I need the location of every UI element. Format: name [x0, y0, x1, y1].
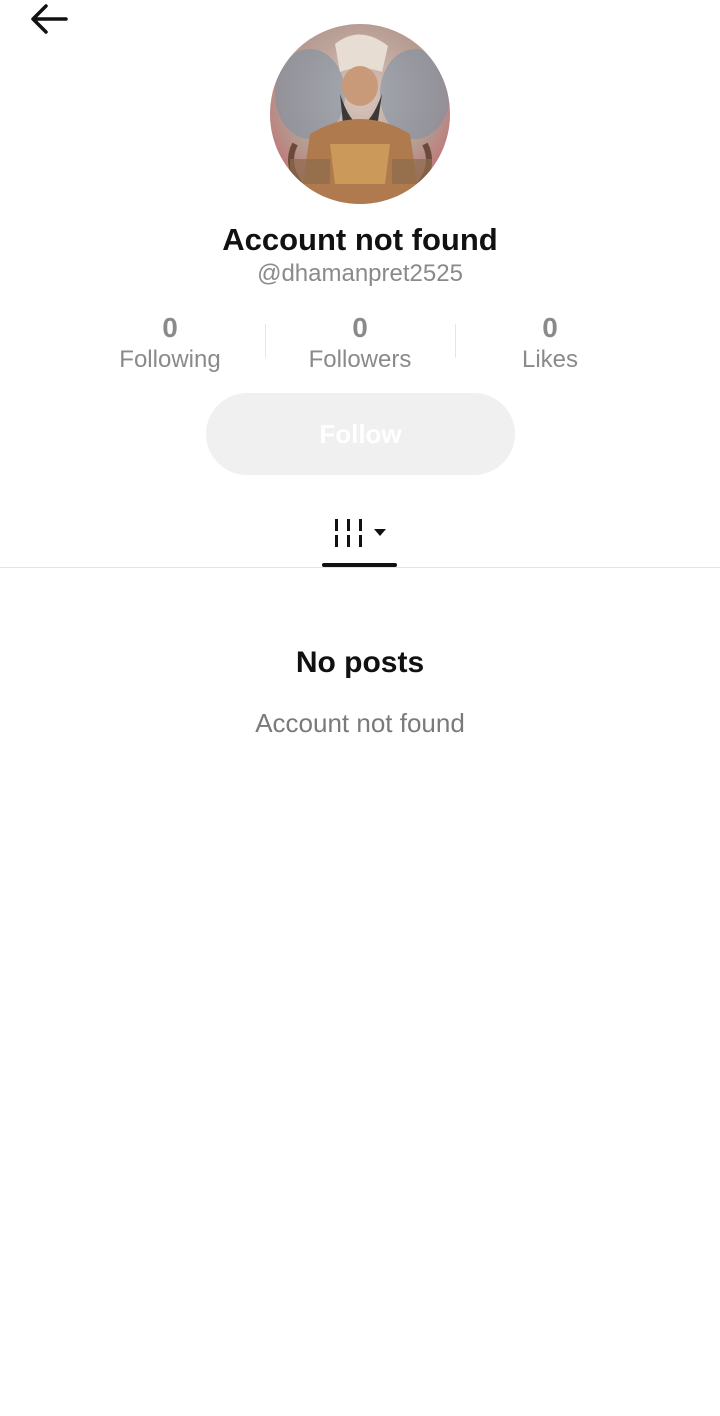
- caret-down-icon: [374, 529, 386, 536]
- profile-title: Account not found: [222, 222, 498, 257]
- stat-followers[interactable]: 0 Followers: [265, 312, 455, 376]
- tab-videos[interactable]: [322, 500, 398, 566]
- content-tabs: [0, 500, 720, 570]
- back-button[interactable]: [24, 0, 72, 40]
- arrow-left-icon: [31, 4, 68, 34]
- grid-icon: [335, 519, 362, 547]
- tab-divider: [0, 567, 720, 568]
- profile-handle: @dhamanpret2525: [257, 260, 463, 287]
- followers-count: 0: [352, 312, 368, 343]
- avatar: [270, 24, 450, 204]
- stat-likes[interactable]: 0 Likes: [455, 312, 645, 376]
- follow-button[interactable]: Follow: [206, 393, 515, 475]
- stat-following[interactable]: 0 Following: [75, 312, 265, 376]
- empty-state-subtitle: Account not found: [255, 708, 465, 738]
- profile-screen: Account not found @dhamanpret2525 0 Foll…: [0, 0, 720, 1416]
- likes-count: 0: [542, 312, 558, 343]
- followers-label: Followers: [308, 346, 412, 373]
- likes-label: Likes: [521, 346, 579, 373]
- following-count: 0: [162, 312, 178, 343]
- empty-state-title: No posts: [295, 646, 425, 679]
- stats-row: 0 Following 0 Followers 0 Likes: [0, 312, 720, 382]
- following-label: Following: [119, 346, 221, 373]
